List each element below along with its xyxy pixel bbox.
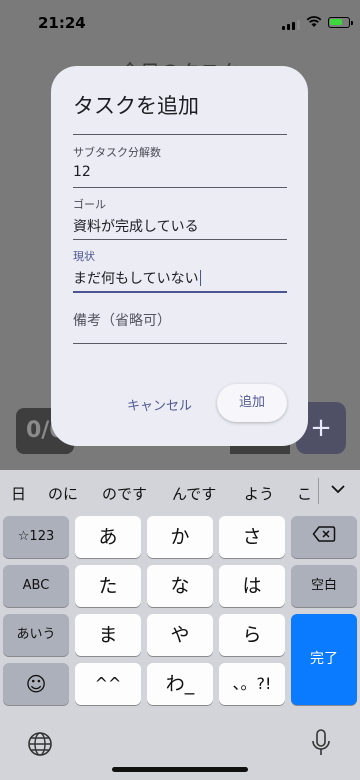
globe-icon[interactable] — [27, 731, 53, 757]
japanese-keyboard: 日 のに のです んです よう こ ☆123 あ か さ ABC た な は 空… — [0, 470, 360, 780]
kaomoji-key[interactable]: ^^ — [75, 663, 141, 705]
add-button[interactable]: 追加 — [217, 384, 287, 422]
suggestion-bar: 日 のに のです んです よう こ — [0, 470, 360, 512]
current-state-label: 現状 — [73, 250, 95, 263]
suggestion-item[interactable]: のに — [48, 483, 78, 504]
home-indicator — [112, 767, 248, 772]
battery-icon — [328, 17, 353, 28]
cellular-signal-icon — [282, 19, 302, 30]
current-state-value-wrap: まだ何もしていない — [73, 268, 287, 288]
punctuation-key[interactable]: 、。?! — [219, 663, 285, 705]
kana-key-a[interactable]: あ — [75, 516, 141, 558]
text-caret — [199, 270, 201, 286]
emoji-key[interactable]: ☺ — [3, 663, 69, 705]
done-key[interactable]: 完了 — [291, 614, 357, 705]
kana-key-wa[interactable]: わ_ — [147, 663, 213, 705]
suggestion-item[interactable]: こ — [297, 483, 312, 504]
space-key[interactable]: 空白 — [291, 565, 357, 607]
backspace-icon — [312, 526, 336, 542]
current-state-field[interactable]: 現状 まだ何もしていない — [73, 248, 287, 293]
kana-key-sa[interactable]: さ — [219, 516, 285, 558]
status-time: 21:24 — [38, 14, 86, 32]
kana-key-ka[interactable]: か — [147, 516, 213, 558]
subtask-count-field[interactable]: サブタスク分解数 12 — [73, 144, 287, 188]
status-bar: 21:24 — [0, 0, 360, 44]
suggestion-item[interactable]: のです — [102, 483, 147, 504]
suggestion-item[interactable]: よう — [244, 483, 274, 504]
cancel-button[interactable]: キャンセル — [127, 395, 192, 414]
goal-value: 資料が完成している — [73, 219, 199, 235]
dialog-title: タスクを追加 — [73, 94, 199, 118]
goal-field[interactable]: ゴール 資料が完成している — [73, 196, 287, 240]
suggestion-divider — [318, 478, 319, 504]
title-field[interactable] — [73, 132, 287, 136]
kana-key-ta[interactable]: た — [75, 565, 141, 607]
add-task-dialog: タスクを追加 サブタスク分解数 12 ゴール 資料が完成している 現状 まだ何も… — [51, 66, 308, 446]
current-state-value: まだ何もしていない — [73, 271, 199, 287]
kana-key-na[interactable]: な — [147, 565, 213, 607]
delete-key[interactable] — [291, 516, 357, 558]
notes-field[interactable]: 備考（省略可） — [73, 310, 287, 344]
wifi-icon — [306, 16, 322, 27]
kana-key-ma[interactable]: ま — [75, 614, 141, 656]
kana-mode-key[interactable]: あいう — [3, 614, 69, 656]
kana-key-ra[interactable]: ら — [219, 614, 285, 656]
abc-key[interactable]: ABC — [3, 565, 69, 607]
subtask-count-label: サブタスク分解数 — [73, 146, 161, 159]
suggestion-item[interactable]: んです — [172, 483, 216, 504]
kana-key-ya[interactable]: や — [147, 614, 213, 656]
chevron-down-icon[interactable] — [330, 482, 346, 496]
notes-placeholder: 備考（省略可） — [73, 313, 171, 329]
subtask-count-value: 12 — [73, 164, 91, 180]
goal-label: ゴール — [73, 198, 106, 211]
microphone-icon[interactable] — [311, 728, 331, 758]
symbols-key[interactable]: ☆123 — [3, 516, 69, 558]
suggestion-item[interactable]: 日 — [11, 483, 26, 504]
kana-key-ha[interactable]: は — [219, 565, 285, 607]
